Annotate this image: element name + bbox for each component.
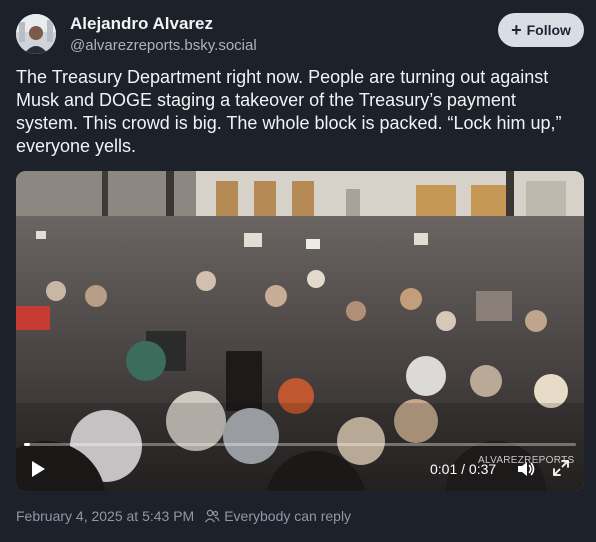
video-player[interactable]: ALVAREZREPORTS 0:01 / 0:37	[16, 171, 584, 491]
video-progress-fill	[24, 443, 30, 446]
author-name[interactable]: Alejandro Alvarez	[70, 14, 213, 34]
volume-icon[interactable]	[516, 459, 536, 479]
post-text: The Treasury Department right now. Peopl…	[16, 67, 562, 156]
author-handle[interactable]: @alvarezreports.bsky.social	[70, 37, 257, 54]
video-time-separator: /	[457, 461, 469, 477]
people-icon	[205, 509, 220, 523]
video-current-time: 0:01	[430, 461, 458, 477]
post-card: Alejandro Alvarez @alvarezreports.bsky.s…	[0, 0, 596, 542]
follow-button[interactable]: + Follow	[498, 13, 584, 47]
video-time: 0:01 / 0:37	[430, 461, 496, 477]
reply-setting: Everybody can reply	[194, 508, 351, 524]
avatar[interactable]	[16, 14, 56, 54]
plus-icon: +	[511, 20, 522, 40]
play-icon[interactable]	[28, 459, 48, 479]
video-progress-bar[interactable]	[24, 443, 576, 446]
post-meta: February 4, 2025 at 5:43 PM Everybody ca…	[16, 508, 351, 524]
video-duration: 0:37	[468, 461, 497, 477]
avatar-image	[16, 14, 56, 54]
follow-label: Follow	[526, 22, 571, 38]
fullscreen-icon[interactable]	[552, 459, 570, 477]
reply-setting-label: Everybody can reply	[224, 508, 352, 524]
post-timestamp[interactable]: February 4, 2025 at 5:43 PM	[16, 508, 194, 524]
